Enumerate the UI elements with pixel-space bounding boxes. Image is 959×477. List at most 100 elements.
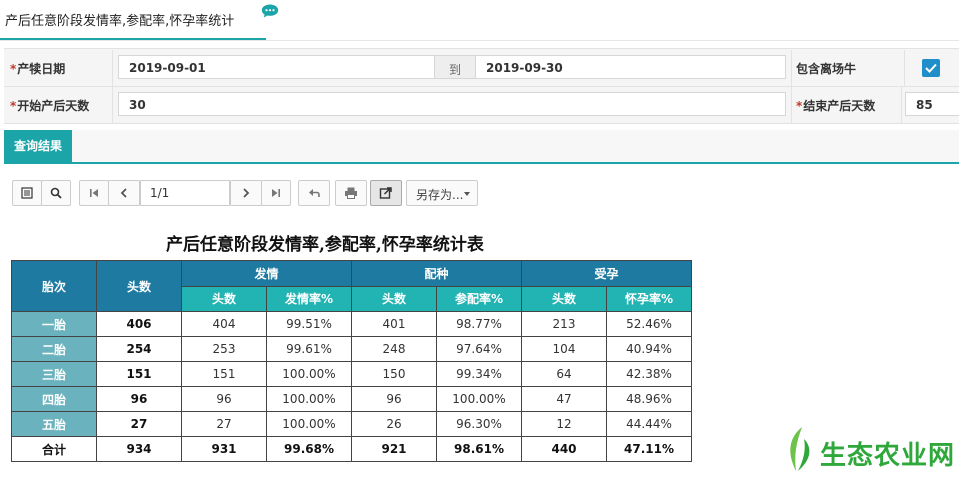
pregnancy-rate-cell: 44.44% (606, 411, 692, 437)
parity-cell: 一胎 (11, 311, 97, 337)
search-button[interactable] (41, 180, 71, 206)
breeding-count-cell: 248 (351, 336, 437, 362)
parity-cell: 二胎 (11, 336, 97, 362)
divider (791, 87, 792, 123)
count-cell: 27 (96, 411, 182, 437)
last-page-button[interactable] (261, 180, 291, 206)
tab-query-result[interactable]: 查询结果 (4, 130, 72, 162)
divider (904, 50, 905, 86)
col-count: 头数 (96, 260, 182, 312)
form-row-days: *开始产后天数 30 *结束产后天数 85 (4, 87, 959, 123)
list-icon (21, 187, 33, 199)
estrus-count-cell: 27 (181, 411, 267, 437)
breeding-count-cell: 96 (351, 386, 437, 412)
leaf-logo-icon (790, 427, 810, 471)
divider (112, 87, 113, 123)
start-days-label-text: 开始产后天数 (17, 99, 90, 113)
col-pregnancy-count: 头数 (521, 285, 607, 312)
estrus-count-cell: 404 (181, 311, 267, 337)
breeding-count-cell: 401 (351, 311, 437, 337)
col-parity: 胎次 (11, 260, 97, 312)
estrus-count-cell: 151 (181, 361, 267, 387)
check-icon (925, 63, 937, 73)
count-cell: 96 (96, 386, 182, 412)
total-breeding-rate: 98.61% (436, 436, 522, 462)
table-row: 四胎 96 96 100.00% 96 100.00% 47 48.96% (11, 386, 692, 412)
col-estrus-count: 头数 (181, 285, 267, 312)
breeding-rate-cell: 98.77% (436, 311, 522, 337)
list-button[interactable] (12, 180, 42, 206)
breeding-rate-cell: 99.34% (436, 361, 522, 387)
col-breeding-count: 头数 (351, 285, 437, 312)
save-as-label: 另存为... (416, 188, 464, 202)
search-icon (50, 187, 62, 199)
date-to-input[interactable]: 2019-09-30 (475, 55, 786, 79)
calving-date-label-text: 产犊日期 (17, 62, 66, 76)
header-row-1: 胎次 头数 发情 配种 受孕 (11, 260, 692, 312)
end-days-input[interactable]: 85 (905, 92, 959, 116)
prev-page-icon (120, 188, 127, 198)
back-icon (309, 189, 320, 197)
export-icon (379, 187, 392, 199)
first-page-button[interactable] (79, 180, 109, 206)
result-tab-bar: 查询结果 (4, 130, 959, 164)
breeding-rate-cell: 96.30% (436, 411, 522, 437)
back-button[interactable] (298, 180, 330, 206)
page-indicator[interactable]: 1/1 (140, 180, 230, 206)
next-page-icon (243, 188, 250, 198)
breeding-rate-cell: 97.64% (436, 336, 522, 362)
table-row: 三胎 151 151 100.00% 150 99.34% 64 42.38% (11, 361, 692, 387)
total-row: 合计 934 931 99.68% 921 98.61% 440 47.11% (11, 436, 692, 462)
required-mark: * (796, 99, 803, 113)
page-title: 产后任意阶段发情率,参配率,怀孕率统计 (5, 14, 235, 29)
query-form: *产犊日期 2019-09-01 到 2019-09-30 包含离场牛 *开始产… (4, 48, 959, 124)
export-button[interactable] (370, 180, 402, 206)
estrus-rate-cell: 100.00% (266, 411, 352, 437)
breeding-count-cell: 26 (351, 411, 437, 437)
estrus-count-cell: 253 (181, 336, 267, 362)
pregnancy-rate-cell: 48.96% (606, 386, 692, 412)
estrus-rate-cell: 99.61% (266, 336, 352, 362)
report-table: 胎次 头数 发情 配种 受孕 头数 发情率% 头数 参配率% 头数 怀孕率% 一… (11, 260, 692, 462)
pregnancy-count-cell: 47 (521, 386, 607, 412)
start-days-input[interactable]: 30 (118, 92, 786, 116)
print-icon (345, 187, 357, 199)
title-divider (0, 40, 959, 41)
col-group-pregnancy: 受孕 (521, 260, 692, 287)
breeding-count-cell: 150 (351, 361, 437, 387)
watermark-text: 生态农业网 (820, 441, 956, 471)
table-row: 一胎 406 404 99.51% 401 98.77% 213 52.46% (11, 311, 692, 337)
include-left-checkbox[interactable] (922, 59, 940, 77)
total-count-link[interactable]: 934 (96, 436, 182, 462)
estrus-rate-cell: 99.51% (266, 311, 352, 337)
start-days-label: *开始产后天数 (10, 97, 89, 114)
estrus-count-cell: 96 (181, 386, 267, 412)
estrus-rate-cell: 100.00% (266, 386, 352, 412)
date-from-input[interactable]: 2019-09-01 (118, 55, 435, 79)
required-mark: * (10, 62, 17, 76)
to-label: 到 (434, 55, 476, 79)
breeding-rate-cell: 100.00% (436, 386, 522, 412)
pregnancy-rate-cell: 40.94% (606, 336, 692, 362)
next-page-button[interactable] (230, 180, 262, 206)
first-page-icon (90, 189, 98, 197)
report-title: 产后任意阶段发情率,参配率,怀孕率统计表 (166, 235, 484, 255)
pregnancy-rate-cell: 52.46% (606, 311, 692, 337)
prev-page-button[interactable] (108, 180, 140, 206)
print-button[interactable] (335, 180, 367, 206)
total-estrus-count: 931 (181, 436, 267, 462)
save-as-dropdown[interactable]: 另存为... (406, 180, 478, 206)
page-title-tab: 产后任意阶段发情率,参配率,怀孕率统计 (0, 0, 266, 40)
col-estrus-rate: 发情率% (266, 285, 352, 312)
estrus-rate-cell: 100.00% (266, 361, 352, 387)
divider (791, 50, 792, 86)
col-breeding-rate: 参配率% (436, 285, 522, 312)
divider (901, 87, 902, 123)
divider (112, 50, 113, 86)
count-cell: 151 (96, 361, 182, 387)
end-days-label-text: 结束产后天数 (803, 99, 876, 113)
calving-date-label: *产犊日期 (10, 60, 65, 77)
required-mark: * (10, 99, 17, 113)
pregnancy-count-cell: 104 (521, 336, 607, 362)
chat-bubble-icon[interactable] (261, 4, 279, 18)
